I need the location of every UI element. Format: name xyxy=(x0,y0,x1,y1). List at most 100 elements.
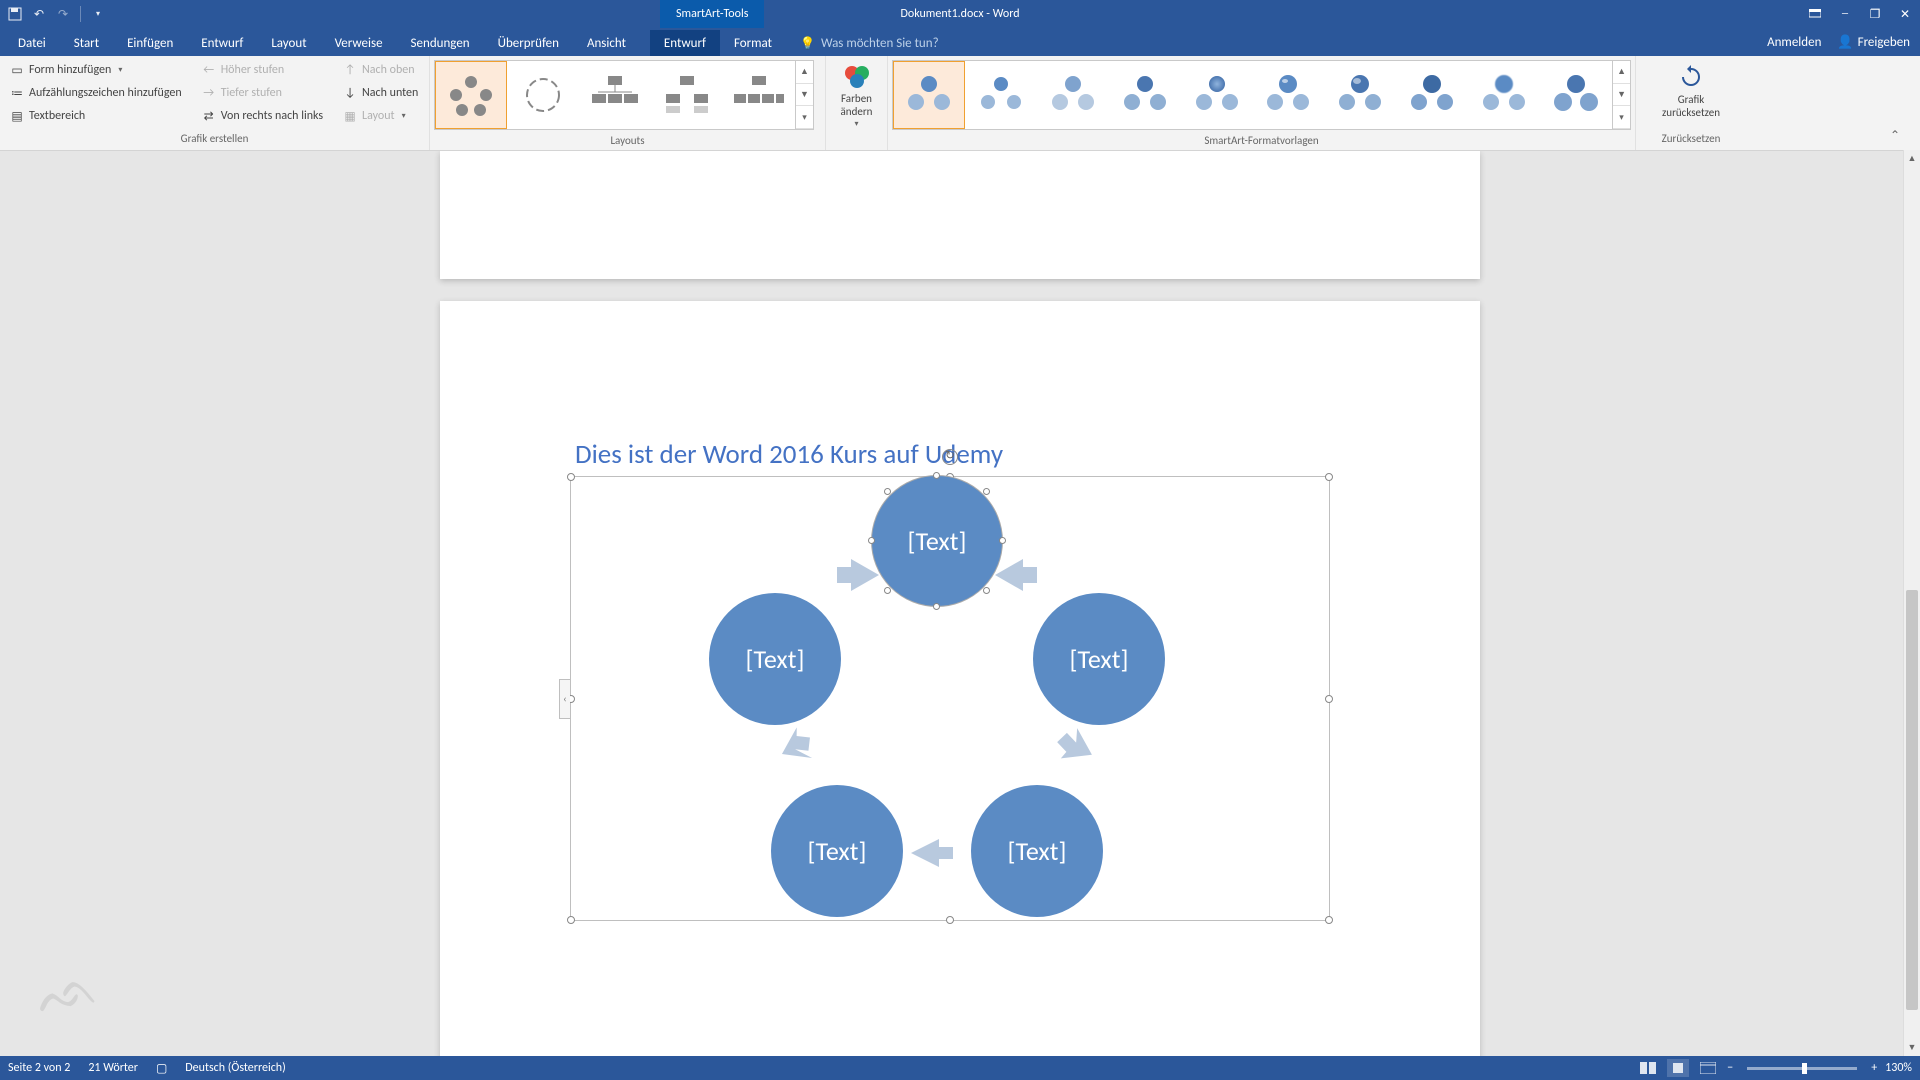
vertical-scrollbar[interactable]: ▲ ▼ xyxy=(1903,150,1920,1056)
tab-entwurf-smartart[interactable]: Entwurf xyxy=(650,30,720,56)
tab-ansicht[interactable]: Ansicht xyxy=(573,30,640,56)
layout-item-3[interactable] xyxy=(579,61,651,129)
shape-handle[interactable] xyxy=(983,488,990,495)
window-title: Dokument1.docx - Word xyxy=(0,7,1920,21)
resize-handle[interactable] xyxy=(567,916,575,924)
zoom-thumb[interactable] xyxy=(1802,1063,1807,1074)
style-item-4[interactable] xyxy=(1109,61,1181,129)
move-down-button[interactable]: ↓Nach unten xyxy=(339,82,422,104)
tab-start[interactable]: Start xyxy=(60,30,113,56)
language-indicator[interactable]: Deutsch (Österreich) xyxy=(185,1061,285,1075)
gallery-more-icon[interactable]: ▾ xyxy=(796,106,813,129)
zoom-out-button[interactable]: − xyxy=(1727,1061,1733,1075)
scroll-down-icon[interactable]: ▼ xyxy=(1904,1039,1920,1056)
close-button[interactable]: ✕ xyxy=(1890,0,1920,28)
text-pane-button[interactable]: ▤Textbereich xyxy=(6,105,186,127)
style-item-10[interactable] xyxy=(1540,61,1612,129)
layout-item-2[interactable] xyxy=(507,61,579,129)
smartart-node-5[interactable]: [Text] xyxy=(709,593,841,725)
change-colors-button[interactable]: Farben ändern ▾ xyxy=(832,58,881,130)
style-item-6[interactable] xyxy=(1253,61,1325,129)
style-item-2[interactable] xyxy=(965,61,1037,129)
node-text: [Text] xyxy=(1008,835,1067,867)
heading-text[interactable]: Dies ist der Word 2016 Kurs auf Udemy xyxy=(575,438,1003,471)
minimize-button[interactable]: ─ xyxy=(1830,0,1860,28)
tab-sendungen[interactable]: Sendungen xyxy=(397,30,484,56)
shape-handle[interactable] xyxy=(868,537,875,544)
layout-item-4[interactable] xyxy=(651,61,723,129)
document-area[interactable]: Dies ist der Word 2016 Kurs auf Udemy ‹ xyxy=(0,151,1920,1056)
style-item-5[interactable] xyxy=(1181,61,1253,129)
tell-me-placeholder: Was möchten Sie tun? xyxy=(821,36,939,51)
tab-entwurf-doc[interactable]: Entwurf xyxy=(187,30,257,56)
restore-button[interactable]: ❐ xyxy=(1860,0,1890,28)
scrollbar-thumb[interactable] xyxy=(1906,590,1918,1010)
shape-handle[interactable] xyxy=(933,472,940,479)
layouts-gallery-scroll[interactable]: ▲▼▾ xyxy=(795,61,813,129)
style-item-8[interactable] xyxy=(1396,61,1468,129)
save-button[interactable] xyxy=(6,5,24,23)
resize-handle[interactable] xyxy=(1325,473,1333,481)
share-button[interactable]: 👤 Freigeben xyxy=(1837,35,1910,50)
tell-me-search[interactable]: 💡 Was möchten Sie tun? xyxy=(786,30,953,56)
undo-button[interactable]: ↶ xyxy=(30,5,48,23)
text-pane-toggle[interactable]: ‹ xyxy=(559,679,570,719)
style-item-7[interactable] xyxy=(1324,61,1396,129)
shape-handle[interactable] xyxy=(933,603,940,610)
resize-handle[interactable] xyxy=(1325,695,1333,703)
rtl-button[interactable]: ⇄Von rechts nach links xyxy=(198,105,327,127)
web-layout-button[interactable] xyxy=(1697,1059,1719,1077)
zoom-level[interactable]: 130% xyxy=(1885,1061,1912,1075)
shape-handle[interactable] xyxy=(999,537,1006,544)
tab-datei[interactable]: Datei xyxy=(4,30,60,56)
shape-handle[interactable] xyxy=(884,587,891,594)
add-bullet-button[interactable]: ≔Aufzählungszeichen hinzufügen xyxy=(6,82,186,104)
resize-handle[interactable] xyxy=(567,473,575,481)
style-item-9[interactable] xyxy=(1468,61,1540,129)
gallery-down-icon[interactable]: ▼ xyxy=(1613,84,1630,107)
sign-in-link[interactable]: Anmelden xyxy=(1767,35,1821,50)
tab-einfuegen[interactable]: Einfügen xyxy=(113,30,187,56)
layout-item-1[interactable] xyxy=(435,61,507,129)
ribbon-display-button[interactable] xyxy=(1800,0,1830,28)
page-indicator[interactable]: Seite 2 von 2 xyxy=(8,1061,70,1075)
smartart-node-3[interactable]: [Text] xyxy=(971,785,1103,917)
gallery-up-icon[interactable]: ▲ xyxy=(1613,61,1630,84)
smartart-node-1[interactable]: [Text] xyxy=(871,475,1003,607)
shape-handle[interactable] xyxy=(983,587,990,594)
tab-layout-doc[interactable]: Layout xyxy=(257,30,320,56)
styles-gallery-scroll[interactable]: ▲▼▾ xyxy=(1612,61,1630,129)
qat-customize-button[interactable]: ▾ xyxy=(89,5,107,23)
rotate-handle[interactable] xyxy=(942,449,958,465)
smartart-node-4[interactable]: [Text] xyxy=(771,785,903,917)
gallery-down-icon[interactable]: ▼ xyxy=(796,84,813,107)
smartart-node-2[interactable]: [Text] xyxy=(1033,593,1165,725)
word-count[interactable]: 21 Wörter xyxy=(88,1061,138,1075)
resize-handle[interactable] xyxy=(1325,916,1333,924)
layout-item-5[interactable] xyxy=(723,61,795,129)
tab-verweise[interactable]: Verweise xyxy=(321,30,397,56)
smartart-frame[interactable]: ‹ [Text] [Text] [Te xyxy=(570,476,1330,921)
tab-ueberpruefen[interactable]: Überprüfen xyxy=(484,30,573,56)
reset-graphic-button[interactable]: Grafik zurücksetzen xyxy=(1652,59,1730,119)
share-label: Freigeben xyxy=(1858,35,1910,50)
tab-format-smartart[interactable]: Format xyxy=(720,30,786,56)
add-shape-button[interactable]: ▭Form hinzufügen▾ xyxy=(6,59,186,81)
style-item-1[interactable] xyxy=(893,61,965,129)
layouts-gallery[interactable]: ▲▼▾ xyxy=(434,60,814,130)
collapse-ribbon-button[interactable]: ⌃ xyxy=(1890,128,1900,143)
arrow-right-icon: → xyxy=(202,86,216,100)
styles-gallery[interactable]: ▲▼▾ xyxy=(892,60,1631,130)
gallery-up-icon[interactable]: ▲ xyxy=(796,61,813,84)
gallery-more-icon[interactable]: ▾ xyxy=(1613,106,1630,129)
scroll-up-icon[interactable]: ▲ xyxy=(1904,150,1920,167)
print-layout-button[interactable] xyxy=(1667,1059,1689,1077)
shape-handle[interactable] xyxy=(884,488,891,495)
redo-button[interactable]: ↷ xyxy=(54,5,72,23)
resize-handle[interactable] xyxy=(946,916,954,924)
proofing-icon[interactable]: ▢ xyxy=(156,1061,167,1076)
read-mode-button[interactable] xyxy=(1637,1059,1659,1077)
zoom-slider[interactable] xyxy=(1747,1067,1857,1070)
zoom-in-button[interactable]: + xyxy=(1871,1061,1877,1075)
style-item-3[interactable] xyxy=(1037,61,1109,129)
